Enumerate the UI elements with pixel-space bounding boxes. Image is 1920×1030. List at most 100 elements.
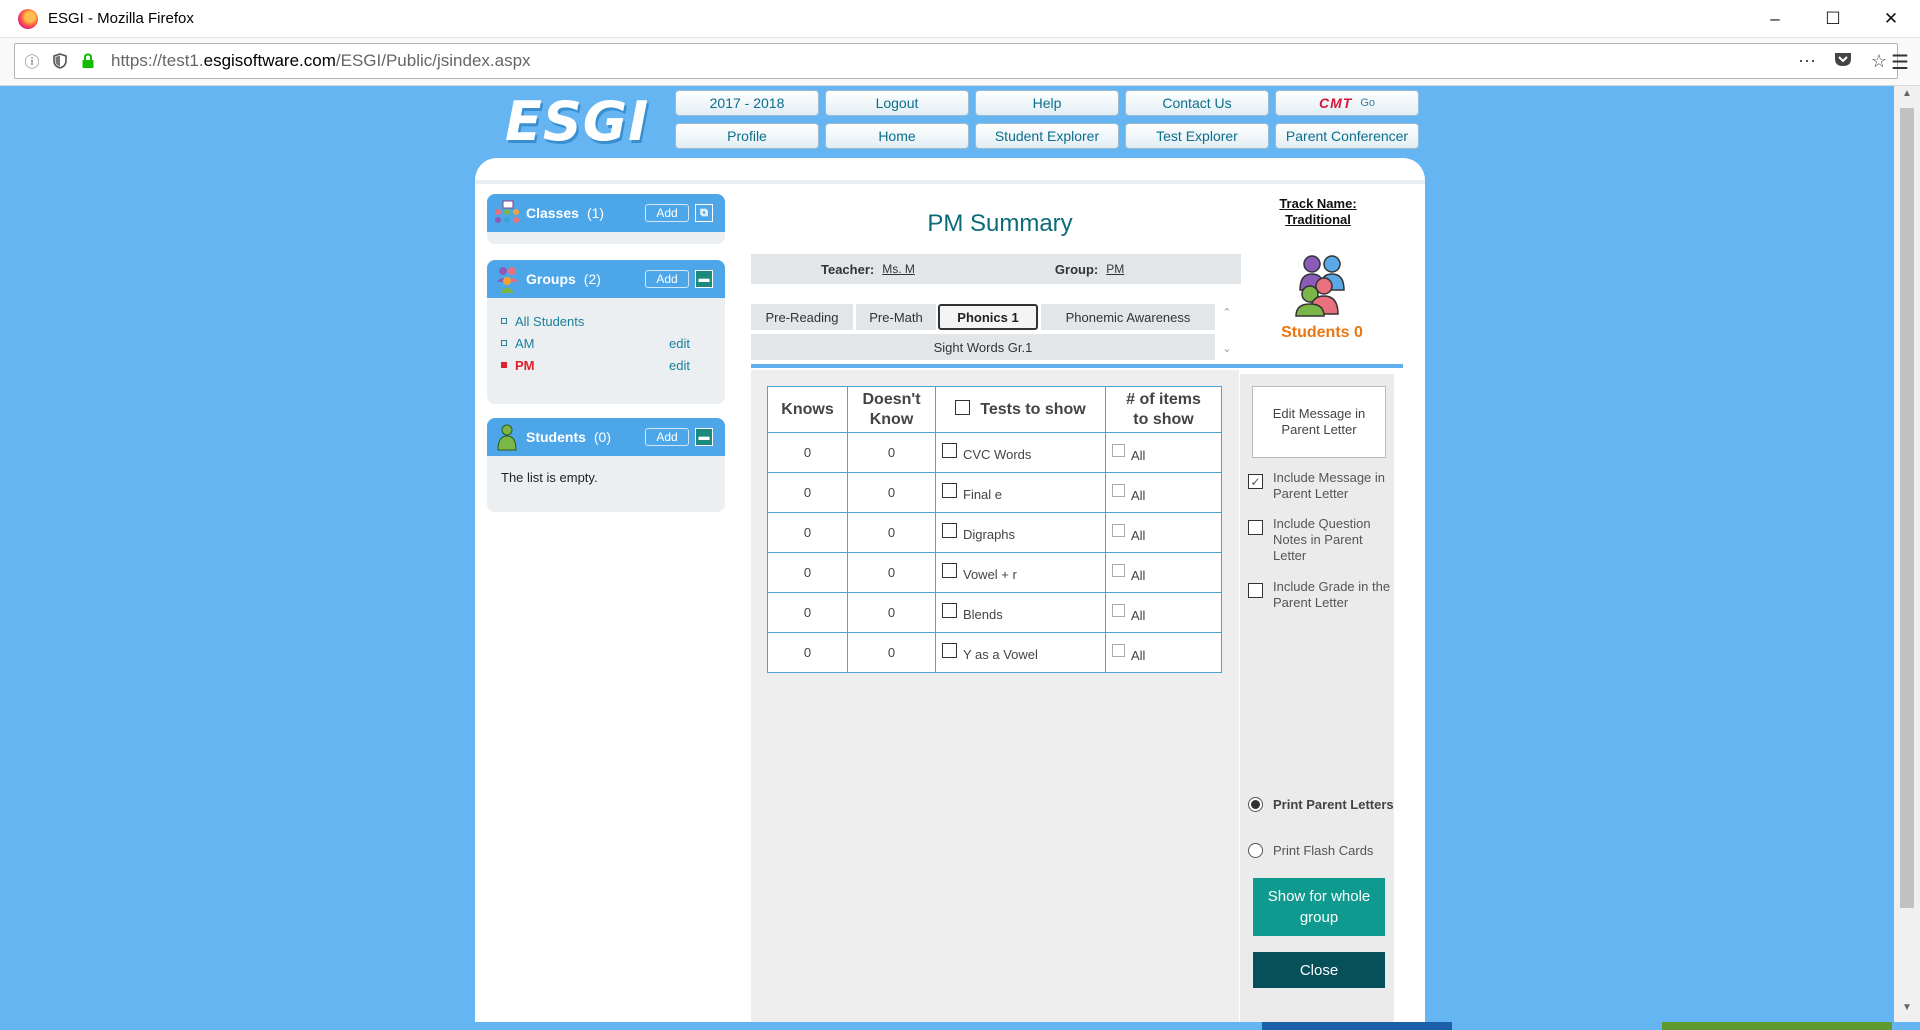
test-checkbox[interactable]: [942, 482, 957, 498]
student-explorer-button[interactable]: Student Explorer: [975, 123, 1119, 149]
help-button[interactable]: Help: [975, 90, 1119, 116]
logout-button[interactable]: Logout: [825, 90, 969, 116]
tab-phonemic-awareness[interactable]: Phonemic Awareness: [1041, 304, 1215, 330]
group-label[interactable]: PM: [515, 358, 535, 373]
maximize-icon[interactable]: ☐: [1804, 0, 1862, 38]
knows-cell: 0: [767, 432, 848, 473]
items-checkbox[interactable]: [1112, 484, 1125, 498]
window-titlebar: ESGI - Mozilla Firefox – ☐ ✕: [0, 0, 1920, 38]
radio-flash-cards[interactable]: Print Flash Cards: [1248, 843, 1398, 859]
menu-hamburger-icon[interactable]: ☰: [1880, 50, 1920, 74]
url-text[interactable]: https://test1.esgisoftware.com/ESGI/Publ…: [111, 51, 531, 71]
cmt-go-button[interactable]: CMT Go: [1275, 90, 1419, 116]
test-checkbox[interactable]: [942, 442, 957, 458]
bullet-icon: [501, 318, 507, 324]
window-controls: – ☐ ✕: [1746, 0, 1920, 38]
col-knows: Knows: [767, 386, 848, 433]
add-class-button[interactable]: Add: [645, 204, 689, 222]
option-include-notes[interactable]: Include Question Notes in Parent Letter: [1248, 516, 1398, 564]
test-cell: Blends: [935, 592, 1106, 633]
group-label[interactable]: All Students: [515, 314, 584, 329]
include-grade-checkbox[interactable]: [1248, 583, 1263, 598]
group-value[interactable]: PM: [1106, 262, 1124, 276]
go-icon: Go: [1360, 97, 1375, 109]
items-checkbox[interactable]: [1112, 604, 1125, 618]
school-year-button[interactable]: 2017 - 2018: [675, 90, 819, 116]
teacher-value[interactable]: Ms. M: [882, 262, 915, 276]
tab-pre-math[interactable]: Pre-Math: [856, 304, 936, 330]
teacher-group-bar: Teacher: Ms. M Group: PM: [751, 254, 1241, 284]
page-actions-icon[interactable]: ⋯: [1789, 51, 1825, 72]
close-window-icon[interactable]: ✕: [1862, 0, 1920, 38]
expand-classes-icon[interactable]: ⧉: [695, 204, 713, 222]
collapse-students-icon[interactable]: ▬: [695, 428, 713, 446]
test-checkbox[interactable]: [942, 602, 957, 618]
option-label: Include Grade in the Parent Letter: [1273, 579, 1391, 610]
page-title: PM Summary: [927, 210, 1073, 237]
test-explorer-button[interactable]: Test Explorer: [1125, 123, 1269, 149]
parent-conferencer-button[interactable]: Parent Conferencer: [1275, 123, 1419, 149]
minimize-icon[interactable]: –: [1746, 0, 1804, 38]
radio-print-letters[interactable]: Print Parent Letters: [1248, 797, 1398, 813]
group-item-pm[interactable]: PM edit: [487, 354, 725, 376]
option-include-grade[interactable]: Include Grade in the Parent Letter: [1248, 579, 1398, 611]
page-scrollbar[interactable]: ▲ ▼: [1894, 86, 1920, 1022]
group-item-am[interactable]: AM edit: [487, 332, 725, 354]
contact-us-button[interactable]: Contact Us: [1125, 90, 1269, 116]
page-viewport: ESGI 2017 - 2018 Logout Help Contact Us …: [0, 86, 1894, 1022]
select-all-tests-checkbox[interactable]: [955, 399, 971, 415]
esgi-logo[interactable]: ESGI: [505, 90, 649, 153]
test-checkbox[interactable]: [942, 522, 957, 538]
items-cell: All: [1105, 432, 1222, 473]
profile-button[interactable]: Profile: [675, 123, 819, 149]
scrollbar-thumb[interactable]: [1900, 108, 1914, 908]
collapse-groups-icon[interactable]: ▬: [695, 270, 713, 288]
show-for-whole-group-button[interactable]: Show for whole group: [1253, 878, 1385, 936]
knows-cell: 0: [767, 512, 848, 553]
edit-message-button[interactable]: Edit Message in Parent Letter: [1252, 386, 1386, 458]
close-button[interactable]: Close: [1253, 952, 1385, 988]
flash-cards-radio[interactable]: [1248, 843, 1263, 858]
test-cell: Final e: [935, 472, 1106, 513]
tabs-scroll-down-icon[interactable]: ⌄: [1217, 342, 1237, 355]
cmt-label: CMT: [1318, 95, 1353, 111]
group-item-all-students[interactable]: All Students: [487, 310, 725, 332]
test-checkbox[interactable]: [942, 642, 957, 658]
students-title: Students: [526, 429, 586, 445]
option-include-message[interactable]: ✓ Include Message in Parent Letter: [1248, 470, 1398, 502]
tab-phonics-1[interactable]: Phonics 1: [938, 304, 1038, 330]
scroll-down-icon[interactable]: ▼: [1894, 1002, 1920, 1020]
page-bottom-strip: [0, 1022, 1920, 1030]
classroom-icon: [492, 198, 522, 228]
add-student-button[interactable]: Add: [645, 428, 689, 446]
home-button[interactable]: Home: [825, 123, 969, 149]
group-label[interactable]: AM: [515, 336, 535, 351]
knows-cell: 0: [767, 632, 848, 673]
include-notes-checkbox[interactable]: [1248, 520, 1263, 535]
info-icon[interactable]: ⓘ: [21, 50, 43, 72]
items-checkbox[interactable]: [1112, 444, 1125, 458]
edit-group-pm-link[interactable]: edit: [669, 358, 690, 373]
table-row: 0 0 CVC Words All: [767, 432, 1222, 473]
pocket-icon[interactable]: [1825, 51, 1861, 72]
print-letters-radio[interactable]: [1248, 797, 1263, 812]
classes-header: Classes (1) Add ⧉: [487, 194, 725, 232]
tabs-scroll-up-icon[interactable]: ⌃: [1217, 306, 1237, 319]
items-checkbox[interactable]: [1112, 644, 1125, 658]
edit-group-am-link[interactable]: edit: [669, 336, 690, 351]
lock-icon[interactable]: [77, 50, 99, 72]
group-people-icon: [492, 264, 522, 294]
include-message-checkbox[interactable]: ✓: [1248, 474, 1263, 489]
tracking-shield-icon[interactable]: [49, 50, 71, 72]
items-checkbox[interactable]: [1112, 524, 1125, 538]
doesnt-know-cell: 0: [847, 592, 936, 633]
url-bar[interactable]: ⓘ https://test1.esgisoftware.com/ESGI/Pu…: [14, 43, 1898, 79]
classes-count: (1): [586, 205, 605, 221]
test-checkbox[interactable]: [942, 562, 957, 578]
tab-sight-words[interactable]: Sight Words Gr.1: [751, 334, 1215, 360]
scroll-up-icon[interactable]: ▲: [1894, 88, 1920, 106]
items-checkbox[interactable]: [1112, 564, 1125, 578]
students-panel: Students (0) Add ▬ The list is empty.: [487, 418, 725, 512]
add-group-button[interactable]: Add: [645, 270, 689, 288]
tab-pre-reading[interactable]: Pre-Reading: [751, 304, 853, 330]
